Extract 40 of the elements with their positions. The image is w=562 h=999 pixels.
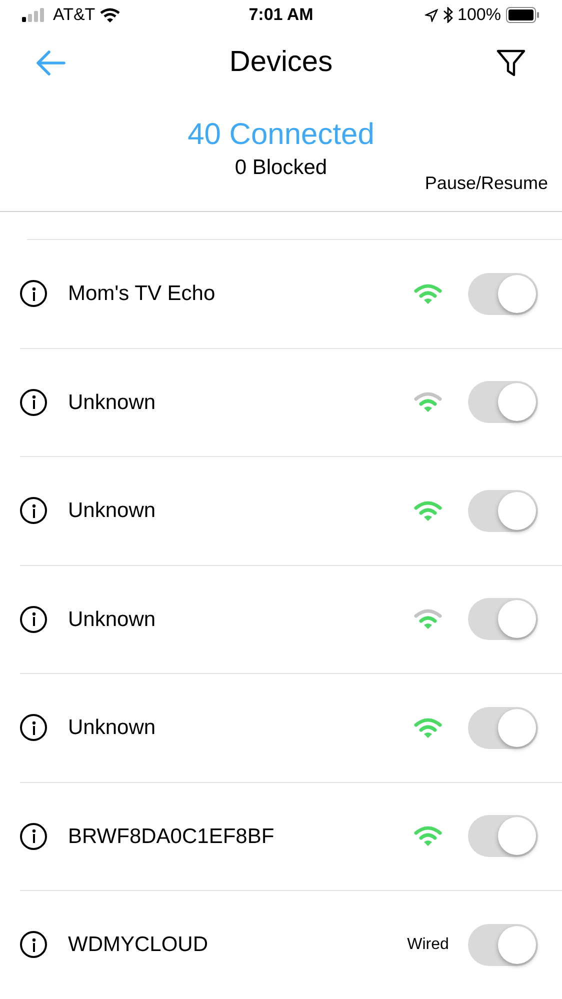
pause-toggle[interactable] [468, 815, 538, 858]
pause-resume-label: Pause/Resume [424, 172, 548, 195]
device-name: BRWF8DA0C1EF8BF [68, 824, 276, 850]
info-button[interactable] [20, 714, 47, 742]
location-arrow-icon [424, 8, 438, 22]
pause-toggle[interactable] [468, 490, 538, 532]
device-name: Unknown [68, 715, 157, 741]
carrier-name: AT&T [53, 4, 96, 26]
info-icon [32, 612, 36, 626]
pause-toggle[interactable] [468, 381, 538, 424]
info-button[interactable] [20, 497, 47, 524]
info-icon [32, 938, 36, 952]
device-name: WDMYCLOUD [68, 932, 209, 958]
battery-icon [506, 7, 540, 23]
info-button[interactable] [20, 931, 47, 958]
pause-toggle[interactable] [468, 598, 538, 640]
bluetooth-icon [442, 7, 453, 23]
pause-toggle[interactable] [468, 924, 538, 966]
connection-label: Wired [407, 934, 449, 955]
device-name: Unknown [68, 606, 157, 632]
info-button[interactable] [20, 822, 47, 850]
pause-toggle[interactable] [468, 706, 538, 749]
info-icon [32, 286, 36, 301]
device-name: Mom's TV Echo [68, 281, 216, 307]
status-time: 7:01 AM [248, 4, 314, 26]
info-icon [32, 720, 36, 735]
connected-count: 40 Connected [188, 117, 374, 153]
info-icon [32, 504, 36, 518]
info-icon [32, 829, 36, 844]
info-button[interactable] [20, 606, 47, 633]
info-button[interactable] [20, 280, 47, 308]
pause-toggle[interactable] [468, 272, 538, 315]
info-icon [32, 395, 36, 410]
info-button[interactable] [20, 388, 47, 416]
device-name: Unknown [68, 390, 157, 416]
wifi-status-icon [100, 8, 120, 22]
page-title: Devices [229, 45, 333, 80]
battery-percent: 100% [458, 4, 501, 26]
device-name: Unknown [68, 498, 157, 524]
blocked-count: 0 Blocked [234, 155, 328, 181]
